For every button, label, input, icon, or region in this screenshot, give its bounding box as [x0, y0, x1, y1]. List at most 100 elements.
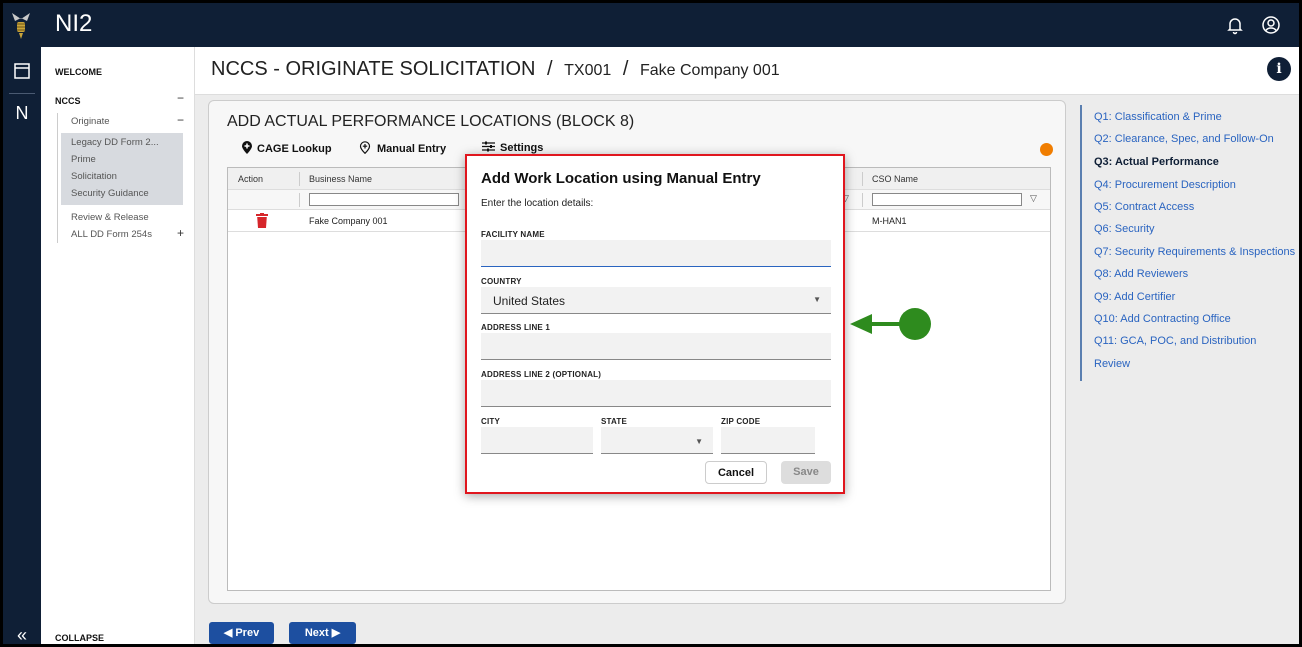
nav-tree-line	[57, 113, 58, 243]
grid-header-business-name[interactable]: Business Name	[309, 174, 372, 184]
originate-collapse-toggle[interactable]: −	[177, 113, 184, 127]
business-name-cell: Fake Company 001	[309, 216, 388, 226]
next-label: Next	[304, 627, 329, 639]
country-select[interactable]: United States ▼	[481, 287, 831, 314]
user-account-icon[interactable]	[1261, 15, 1281, 35]
grid-column-divider	[299, 172, 300, 186]
address-line-1-label: ADDRESS LINE 1	[481, 323, 551, 332]
grid-column-divider	[862, 172, 863, 186]
page-header: NCCS - ORIGINATE SOLICITATION / TX001 / …	[195, 47, 1299, 95]
nav-review-release[interactable]: Review & Release	[71, 212, 149, 223]
all-forms-expand-toggle[interactable]: +	[177, 226, 184, 240]
sliders-icon	[482, 141, 495, 152]
address-line-2-input[interactable]	[481, 380, 831, 407]
manual-entry-dialog: Add Work Location using Manual Entry Ent…	[465, 154, 845, 494]
state-label: STATE	[601, 417, 628, 426]
nav-originate[interactable]: Originate	[71, 116, 110, 127]
arrow-right-circle-icon: ▶	[328, 627, 341, 639]
step-review[interactable]: Review	[1094, 358, 1130, 370]
nav-collapse[interactable]: COLLAPSE	[55, 633, 104, 643]
grid-header-action[interactable]: Action	[238, 174, 263, 184]
facility-name-label: FACILITY NAME	[481, 230, 545, 239]
step-q3-active[interactable]: Q3: Actual Performance	[1094, 156, 1219, 168]
settings-button[interactable]: Settings	[482, 141, 543, 154]
manual-entry-label: Manual Entry	[377, 143, 447, 155]
step-q9[interactable]: Q9: Add Certifier	[1094, 291, 1175, 303]
nav-security-guidance[interactable]: Security Guidance	[71, 188, 149, 199]
icon-rail: N «	[3, 47, 41, 644]
breadcrumb-separator: /	[622, 58, 629, 80]
bell-icon[interactable]	[1225, 15, 1245, 35]
location-pin-icon	[242, 141, 252, 154]
step-q2[interactable]: Q2: Clearance, Spec, and Follow-On	[1094, 133, 1274, 145]
chevron-down-icon: ▼	[813, 295, 821, 304]
prev-label: Prev	[235, 627, 260, 639]
status-indicator-icon	[1040, 143, 1053, 156]
zip-code-label: ZIP CODE	[721, 417, 761, 426]
annotation-arrow	[850, 308, 931, 340]
nav-prime[interactable]: Prime	[71, 154, 96, 165]
n-app-icon[interactable]: N	[12, 103, 32, 123]
zip-code-input[interactable]	[721, 427, 815, 454]
location-add-icon	[359, 141, 371, 155]
grid-column-divider	[862, 193, 863, 207]
breadcrumb-separator: /	[547, 58, 553, 80]
nav-welcome[interactable]: WELCOME	[55, 67, 102, 77]
page-title: NCCS - ORIGINATE SOLICITATION	[211, 58, 536, 80]
cancel-button[interactable]: Cancel	[705, 461, 767, 484]
cso-name-filter-input[interactable]	[872, 193, 1022, 206]
manual-entry-button[interactable]: Manual Entry	[359, 141, 446, 155]
agency-logo-icon	[12, 13, 30, 39]
nav-legacy-dd-form[interactable]: Legacy DD Form 2...	[71, 137, 159, 148]
nccs-collapse-toggle[interactable]: −	[177, 91, 184, 105]
nav-all-dd-forms[interactable]: ALL DD Form 254s	[71, 229, 152, 240]
step-q10[interactable]: Q10: Add Contracting Office	[1094, 313, 1231, 325]
grid-header-cso-name[interactable]: CSO Name	[872, 174, 918, 184]
top-bar: NI2	[3, 3, 1299, 47]
breadcrumb-solicitation[interactable]: TX001	[564, 62, 611, 79]
collapse-icon[interactable]: «	[12, 625, 32, 644]
dashboard-icon[interactable]	[12, 61, 32, 81]
country-value: United States	[493, 294, 566, 308]
cso-name-cell: M-HAN1	[872, 216, 907, 226]
step-q4[interactable]: Q4: Procurement Description	[1094, 179, 1236, 191]
settings-label: Settings	[500, 142, 544, 154]
arrow-left-circle-icon: ◀	[223, 627, 236, 639]
address-line-1-input[interactable]	[481, 333, 831, 360]
chevron-down-icon: ▼	[695, 437, 703, 446]
trash-icon[interactable]	[256, 213, 268, 228]
dialog-subtitle: Enter the location details:	[481, 198, 594, 209]
business-name-filter-input[interactable]	[309, 193, 459, 206]
nav-solicitation[interactable]: Solicitation	[71, 171, 117, 182]
info-icon[interactable]: i	[1267, 57, 1291, 81]
next-button[interactable]: Next ▶	[289, 622, 356, 644]
app-window: NI2 N « WELCOME NCCS − Originate − Legac…	[3, 3, 1299, 644]
filter-icon[interactable]: ▽	[1030, 193, 1037, 204]
card-title: ADD ACTUAL PERFORMANCE LOCATIONS (BLOCK …	[227, 113, 635, 130]
country-label: COUNTRY	[481, 277, 522, 286]
step-q1[interactable]: Q1: Classification & Prime	[1094, 111, 1222, 123]
nav-nccs[interactable]: NCCS	[55, 96, 81, 106]
rail-divider	[9, 93, 35, 94]
step-q7[interactable]: Q7: Security Requirements & Inspections	[1094, 246, 1295, 258]
dialog-title: Add Work Location using Manual Entry	[481, 170, 761, 187]
grid-column-divider	[299, 193, 300, 207]
step-q5[interactable]: Q5: Contract Access	[1094, 201, 1194, 213]
save-button[interactable]: Save	[781, 461, 831, 484]
city-input[interactable]	[481, 427, 593, 454]
step-navigation: Q1: Classification & Prime Q2: Clearance…	[1080, 105, 1299, 381]
facility-name-input[interactable]	[481, 240, 831, 267]
breadcrumb: NCCS - ORIGINATE SOLICITATION / TX001 / …	[211, 58, 780, 81]
prev-button[interactable]: ◀ Prev	[209, 622, 274, 644]
state-select[interactable]: ▼	[601, 427, 713, 454]
step-q11[interactable]: Q11: GCA, POC, and Distribution	[1094, 335, 1256, 347]
step-q8[interactable]: Q8: Add Reviewers	[1094, 268, 1188, 280]
originate-submenu: Legacy DD Form 2... Prime Solicitation S…	[61, 133, 183, 205]
app-name: NI2	[55, 10, 93, 37]
cage-lookup-button[interactable]: CAGE Lookup	[241, 141, 332, 155]
city-label: CITY	[481, 417, 501, 426]
address-line-2-label: ADDRESS LINE 2 (OPTIONAL)	[481, 370, 602, 379]
side-nav: WELCOME NCCS − Originate − Legacy DD For…	[41, 47, 195, 644]
step-q6[interactable]: Q6: Security	[1094, 223, 1155, 235]
breadcrumb-company[interactable]: Fake Company 001	[640, 62, 780, 79]
